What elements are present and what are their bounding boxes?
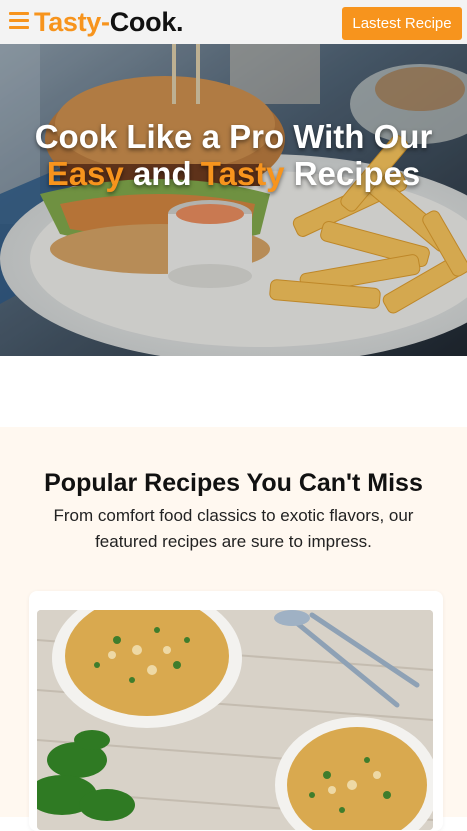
soup-bowls-photo (37, 610, 433, 830)
site-logo[interactable]: Tasty-Cook. (34, 6, 184, 38)
burger-and-fries-photo (0, 44, 467, 356)
hero-banner: Cook Like a Pro With Our Easy and Tasty … (0, 44, 467, 356)
hero-word-and: and (132, 155, 192, 192)
latest-recipe-button[interactable]: Lastest Recipe (342, 7, 462, 40)
hero-accent-easy: Easy (46, 155, 124, 192)
hero-heading: Cook Like a Pro With Our Easy and Tasty … (0, 118, 467, 192)
logo-part-tasty: Tasty- (34, 7, 110, 37)
hero-word-recipes: Recipes (293, 155, 421, 192)
top-header: Tasty-Cook. Lastest Recipe (0, 0, 467, 44)
hero-accent-tasty: Tasty (200, 155, 285, 192)
popular-section-subtitle: From comfort food classics to exotic fla… (53, 506, 414, 551)
popular-section-title: Popular Recipes You Can't Miss (44, 469, 423, 497)
popular-recipes-section: Popular Recipes You Can't Miss From comf… (0, 427, 467, 831)
logo-part-cook: Cook. (109, 7, 184, 37)
recipe-card[interactable] (29, 591, 443, 831)
recipe-card-image[interactable] (37, 610, 433, 830)
hamburger-menu-icon[interactable] (9, 12, 29, 30)
hero-heading-line2: Easy and Tasty Recipes (0, 155, 467, 192)
hero-heading-line1: Cook Like a Pro With Our (34, 118, 433, 155)
